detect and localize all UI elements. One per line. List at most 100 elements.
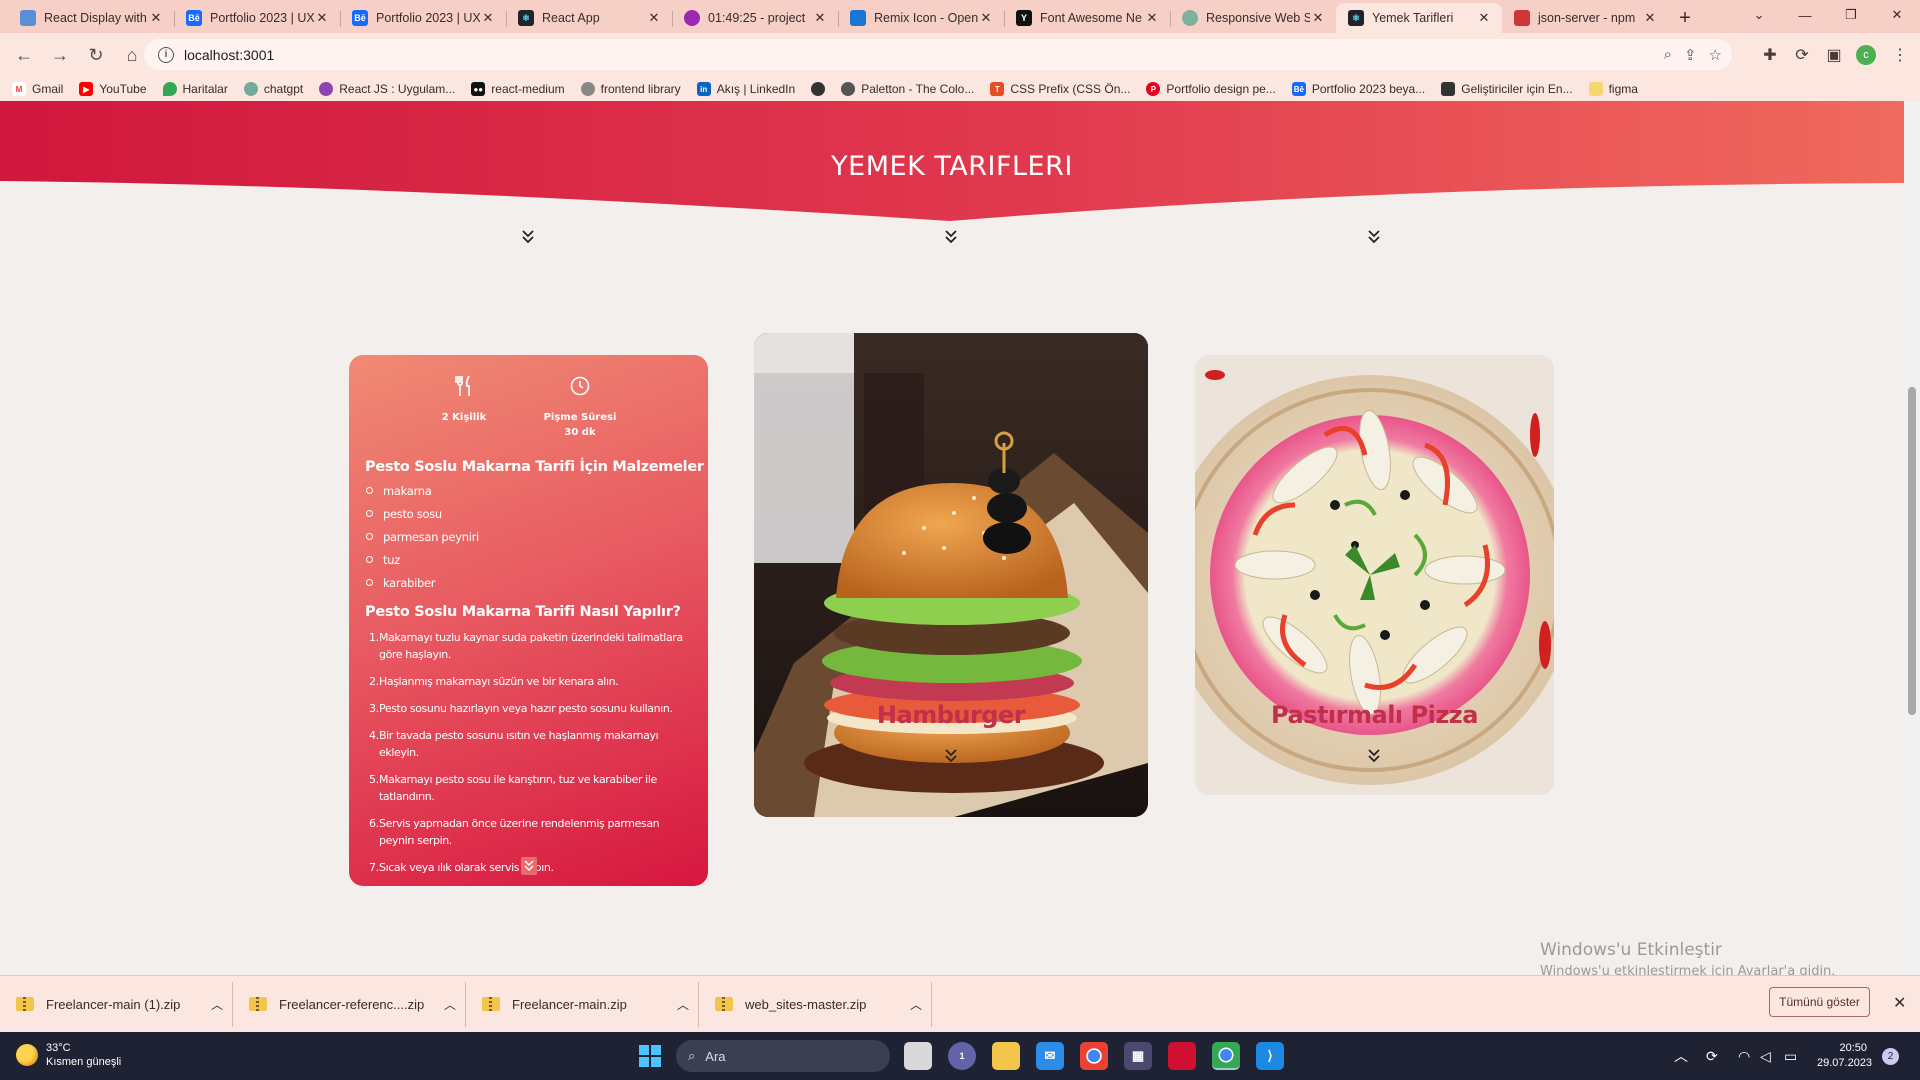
bookmark[interactable]: T CSS Prefix (CSS Ön... [990,82,1130,96]
tab[interactable]: Remix Icon - Open ✕ [838,3,1004,33]
bookmark[interactable]: in Akış | LinkedIn [696,82,795,96]
double-chevron-down-icon[interactable] [941,746,961,766]
extensions-icon[interactable]: ✚ [1754,39,1786,71]
tab[interactable]: Y Font Awesome Ne ✕ [1004,3,1170,33]
food-card-hamburger[interactable] [754,333,1148,817]
chat-icon[interactable]: 1 [948,1042,976,1070]
double-chevron-down-icon[interactable] [941,227,961,247]
address-bar[interactable]: i localhost:3001 ⌕ ⇪ ☆ [144,39,1732,70]
double-chevron-down-icon[interactable] [1364,746,1384,766]
double-chevron-down-icon[interactable] [518,227,538,247]
close-icon[interactable]: ✕ [1310,10,1326,26]
download-item[interactable]: Freelancer-main (1).zip ︿ [0,981,233,1027]
close-icon[interactable]: ✕ [314,10,330,26]
bookmark[interactable]: Geliştiriciler için En... [1441,82,1573,96]
chevron-up-icon[interactable]: ︿ [901,996,931,1013]
file-explorer-icon[interactable] [992,1042,1020,1070]
share-icon[interactable]: ⇪ [1684,46,1697,64]
tab[interactable]: React Display with ✕ [8,3,174,33]
tab-search-chevron-icon[interactable]: ⌄ [1736,0,1782,30]
menu-kebab-icon[interactable]: ⋮ [1884,39,1916,71]
tab[interactable]: ⚛ React App ✕ [506,3,672,33]
bookmark[interactable]: React JS : Uygulam... [319,82,455,96]
close-icon[interactable]: ✕ [480,10,496,26]
download-filename: Freelancer-referenc....zip [279,996,425,1012]
tab-active[interactable]: ⚛ Yemek Tarifleri ✕ [1336,3,1502,33]
site-info-icon[interactable]: i [158,46,174,63]
volume-icon[interactable]: ◁ [1760,1032,1771,1080]
recipe-card-pasta[interactable]: 2 Kişilik Pişme Süresi 30 dk Pesto Soslu… [349,355,708,886]
close-icon[interactable]: ✕ [978,10,994,26]
windows-start-icon[interactable] [636,1042,664,1070]
bookmark[interactable]: figma [1588,82,1638,96]
task-view-icon[interactable] [904,1042,932,1070]
food-card-pizza[interactable] [1195,355,1554,795]
bookmark[interactable]: P Portfolio design pe... [1146,82,1276,96]
clock[interactable]: 20:50 29.07.2023 [1817,1041,1872,1071]
tab-title: React App [542,11,600,25]
double-chevron-down-icon[interactable] [1364,227,1384,247]
store-icon[interactable]: ▦ [1124,1042,1152,1070]
chevron-up-icon[interactable]: ︿ [668,996,698,1013]
notification-badge[interactable]: 2 [1882,1048,1899,1065]
tab[interactable]: Responsive Web S ✕ [1170,3,1336,33]
wifi-icon[interactable]: ◠ [1738,1032,1750,1080]
show-all-downloads-button[interactable]: Tümünü göster [1769,987,1870,1017]
bookmark[interactable]: Haritalar [162,82,228,96]
chevron-up-icon[interactable]: ︿ [202,996,232,1013]
page-scrollbar[interactable] [1904,101,1920,975]
close-icon[interactable]: ✕ [812,10,828,26]
taskbar-search[interactable]: ⌕ Ara [676,1040,890,1072]
double-chevron-down-icon[interactable] [521,857,537,875]
reload-icon[interactable]: ↻ [80,39,112,71]
close-icon[interactable]: ✕ [1144,10,1160,26]
close-icon[interactable]: ✕ [148,10,164,26]
back-icon[interactable]: ← [8,39,40,71]
chrome-icon[interactable] [1080,1042,1108,1070]
bookmark[interactable]: frontend library [580,82,681,96]
close-icon[interactable]: ✕ [1476,10,1492,26]
bookmark[interactable]: Bē Portfolio 2023 beya... [1291,82,1425,96]
sync-icon[interactable]: ⟳ [1786,39,1818,71]
chevron-up-icon[interactable]: ︿ [1674,1032,1688,1080]
bookmark-star-icon[interactable]: ☆ [1709,46,1722,64]
forward-icon[interactable]: → [44,39,76,71]
bookmark[interactable]: ●● react-medium [471,82,565,96]
battery-icon[interactable]: ▭ [1784,1032,1797,1080]
mail-icon[interactable]: ✉ [1036,1042,1064,1070]
bookmark[interactable]: M Gmail [12,82,63,96]
zoom-icon[interactable]: ⌕ [1664,46,1672,63]
tab-title: Yemek Tarifleri [1372,11,1454,25]
new-tab-button[interactable]: + [1668,3,1702,33]
tab[interactable]: Bē Portfolio 2023 | UX ✕ [340,3,506,33]
restore-icon[interactable]: ❐ [1828,0,1874,30]
app-icon[interactable] [1168,1042,1196,1070]
close-icon[interactable]: ✕ [646,10,662,26]
watermark-title: Windows'u Etkinleştir [1540,940,1722,960]
chevron-up-icon[interactable]: ︿ [435,996,465,1013]
bookmark[interactable]: ▶ YouTube [79,82,147,96]
download-item[interactable]: Freelancer-main.zip ︿ [466,981,699,1027]
side-panel-icon[interactable]: ▣ [1818,39,1850,71]
bookmark[interactable]: Paletton - The Colo... [841,82,974,96]
vscode-icon[interactable]: ⟩ [1256,1042,1284,1070]
pinterest-icon: P [1146,82,1161,96]
bookmark[interactable] [811,82,826,96]
tab[interactable]: json-server - npm ✕ [1502,3,1668,33]
chrome-active-icon[interactable] [1212,1042,1240,1070]
scrollbar-thumb[interactable] [1908,387,1916,715]
close-icon[interactable]: ✕ [1893,993,1906,1013]
minimize-icon[interactable]: — [1782,0,1828,30]
refresh-icon[interactable]: ⟳ [1706,1032,1718,1080]
profile-avatar[interactable]: c [1856,45,1876,65]
close-icon[interactable]: ✕ [1642,10,1658,26]
download-item[interactable]: web_sites-master.zip ︿ [699,981,932,1027]
weather-widget[interactable]: 33°C Kısmen güneşli [16,1041,121,1069]
bookmark[interactable]: chatgpt [243,82,303,96]
ingredient-item: pesto sosu [365,502,479,525]
tab[interactable]: Bē Portfolio 2023 | UX ✕ [174,3,340,33]
tab[interactable]: 01:49:25 - project ✕ [672,3,838,33]
window-close-icon[interactable]: ✕ [1874,0,1920,30]
download-item[interactable]: Freelancer-referenc....zip ︿ [233,981,466,1027]
tab-title: 01:49:25 - project [708,11,806,25]
